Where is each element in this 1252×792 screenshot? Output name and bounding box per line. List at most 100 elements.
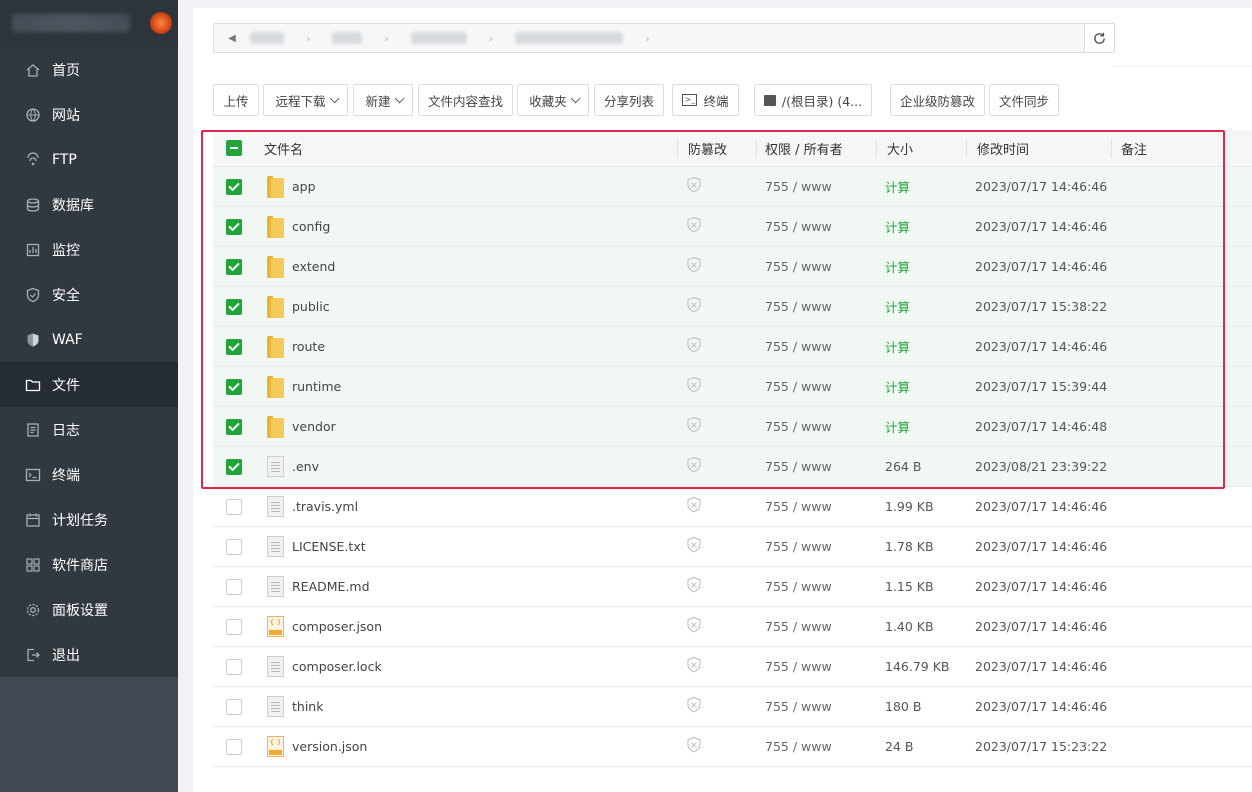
file-name[interactable]: config bbox=[292, 219, 330, 234]
favorites-button[interactable]: 收藏夹 bbox=[517, 84, 589, 116]
row-checkbox[interactable] bbox=[226, 738, 242, 755]
permission-owner[interactable]: 755 / www bbox=[765, 579, 832, 594]
permission-owner[interactable]: 755 / www bbox=[765, 219, 832, 234]
file-name-cell[interactable]: think bbox=[267, 696, 323, 717]
new-button[interactable]: 新建 bbox=[353, 84, 413, 116]
tamper-protect-icon[interactable] bbox=[685, 176, 703, 197]
sidebar-item-waf-shield[interactable]: WAF bbox=[0, 317, 178, 362]
tamper-protect-icon[interactable] bbox=[685, 256, 703, 277]
header-name[interactable]: 文件名 bbox=[264, 139, 303, 158]
permission-owner[interactable]: 755 / www bbox=[765, 739, 832, 754]
file-name[interactable]: public bbox=[292, 299, 330, 314]
sidebar-item-ftp[interactable]: FTP bbox=[0, 137, 178, 182]
row-checkbox[interactable] bbox=[226, 178, 242, 195]
refresh-button[interactable] bbox=[1084, 23, 1115, 53]
permission-owner[interactable]: 755 / www bbox=[765, 419, 832, 434]
avatar[interactable] bbox=[150, 12, 172, 34]
sidebar-item-globe[interactable]: 网站 bbox=[0, 92, 178, 137]
file-name-cell[interactable]: runtime bbox=[267, 375, 341, 398]
file-name-cell[interactable]: composer.lock bbox=[267, 656, 382, 677]
back-arrow-icon[interactable]: ◀ bbox=[214, 24, 250, 52]
tamper-protect-icon[interactable] bbox=[685, 576, 703, 597]
permission-owner[interactable]: 755 / www bbox=[765, 379, 832, 394]
file-name[interactable]: route bbox=[292, 339, 325, 354]
file-name-cell[interactable]: route bbox=[267, 335, 325, 358]
table-row[interactable]: extend 755 / www 计算 2023/07/17 14:46:46 bbox=[213, 247, 1252, 287]
sidebar-item-monitor[interactable]: 监控 bbox=[0, 227, 178, 272]
sidebar-item-terminal[interactable]: 终端 bbox=[0, 452, 178, 497]
calculate-size-link[interactable]: 计算 bbox=[885, 337, 910, 356]
calculate-size-link[interactable]: 计算 bbox=[885, 217, 910, 236]
tamper-protect-icon[interactable] bbox=[685, 416, 703, 437]
file-name[interactable]: .travis.yml bbox=[292, 499, 358, 514]
file-name[interactable]: README.md bbox=[292, 579, 370, 594]
table-row[interactable]: .travis.yml 755 / www 1.99 KB 2023/07/17 14… bbox=[213, 487, 1252, 527]
file-name-cell[interactable]: .travis.yml bbox=[267, 496, 358, 517]
breadcrumb-item-blurred[interactable] bbox=[410, 32, 467, 44]
table-row[interactable]: runtime 755 / www 计算 2023/07/17 15:39:44 bbox=[213, 367, 1252, 407]
tamper-protect-icon[interactable] bbox=[685, 616, 703, 637]
calculate-size-link[interactable]: 计算 bbox=[885, 417, 910, 436]
row-checkbox[interactable] bbox=[226, 618, 242, 635]
sidebar-item-shield[interactable]: 安全 bbox=[0, 272, 178, 317]
permission-owner[interactable]: 755 / www bbox=[765, 499, 832, 514]
row-checkbox[interactable] bbox=[226, 698, 242, 715]
file-name-cell[interactable]: extend bbox=[267, 255, 335, 278]
sidebar-item-calendar[interactable]: 计划任务 bbox=[0, 497, 178, 542]
table-row[interactable]: think 755 / www 180 B 2023/07/17 14:46:46 bbox=[213, 687, 1252, 727]
file-name[interactable]: extend bbox=[292, 259, 335, 274]
row-checkbox[interactable] bbox=[226, 458, 242, 475]
breadcrumb-item-blurred[interactable] bbox=[332, 32, 363, 44]
calculate-size-link[interactable]: 计算 bbox=[885, 297, 910, 316]
share-list-button[interactable]: 分享列表 bbox=[594, 84, 664, 116]
file-name[interactable]: composer.json bbox=[292, 619, 382, 634]
tamper-protect-icon[interactable] bbox=[685, 376, 703, 397]
sidebar-item-log[interactable]: 日志 bbox=[0, 407, 178, 452]
table-row[interactable]: app 755 / www 计算 2023/07/17 14:46:46 bbox=[213, 167, 1252, 207]
calculate-size-link[interactable]: 计算 bbox=[885, 177, 910, 196]
remote-download-button[interactable]: 远程下载 bbox=[263, 84, 348, 116]
table-row[interactable]: { } composer.json 755 / www 1.40 KB 2023/07/… bbox=[213, 607, 1252, 647]
file-sync-button[interactable]: 文件同步 bbox=[989, 84, 1059, 116]
row-checkbox[interactable] bbox=[226, 258, 242, 275]
permission-owner[interactable]: 755 / www bbox=[765, 179, 832, 194]
row-checkbox[interactable] bbox=[226, 578, 242, 595]
tamper-protect-icon[interactable] bbox=[685, 696, 703, 717]
table-row[interactable]: route 755 / www 计算 2023/07/17 14:46:46 bbox=[213, 327, 1252, 367]
table-row[interactable]: .env 755 / www 264 B 2023/08/21 23:39:22 bbox=[213, 447, 1252, 487]
permission-owner[interactable]: 755 / www bbox=[765, 259, 832, 274]
sidebar-item-home[interactable]: 首页 bbox=[0, 47, 178, 92]
file-name-cell[interactable]: { } composer.json bbox=[267, 616, 382, 637]
permission-owner[interactable]: 755 / www bbox=[765, 659, 832, 674]
file-name-cell[interactable]: config bbox=[267, 215, 330, 238]
file-name-cell[interactable]: { } version.json bbox=[267, 736, 367, 757]
tamper-protect-icon[interactable] bbox=[685, 296, 703, 317]
file-name[interactable]: version.json bbox=[292, 739, 367, 754]
tamper-protect-icon[interactable] bbox=[685, 336, 703, 357]
file-name[interactable]: LICENSE.txt bbox=[292, 539, 366, 554]
breadcrumb-item-blurred[interactable] bbox=[515, 32, 624, 44]
row-checkbox[interactable] bbox=[226, 218, 242, 235]
row-checkbox[interactable] bbox=[226, 418, 242, 435]
enterprise-tamper-button[interactable]: 企业级防篡改 bbox=[890, 84, 985, 116]
sidebar-item-database[interactable]: 数据库 bbox=[0, 182, 178, 227]
calculate-size-link[interactable]: 计算 bbox=[885, 377, 910, 396]
table-row[interactable]: vendor 755 / www 计算 2023/07/17 14:46:48 bbox=[213, 407, 1252, 447]
tamper-protect-icon[interactable] bbox=[685, 456, 703, 477]
sidebar-item-logout[interactable]: 退出 bbox=[0, 632, 178, 677]
file-name-cell[interactable]: vendor bbox=[267, 415, 336, 438]
tamper-protect-icon[interactable] bbox=[685, 736, 703, 757]
disk-button[interactable]: /(根目录) (4... bbox=[754, 84, 872, 116]
permission-owner[interactable]: 755 / www bbox=[765, 619, 832, 634]
row-checkbox[interactable] bbox=[226, 538, 242, 555]
permission-owner[interactable]: 755 / www bbox=[765, 539, 832, 554]
file-name-cell[interactable]: README.md bbox=[267, 576, 370, 597]
row-checkbox[interactable] bbox=[226, 658, 242, 675]
file-name[interactable]: app bbox=[292, 179, 316, 194]
table-row[interactable]: README.md 755 / www 1.15 KB 2023/07/17 14:4… bbox=[213, 567, 1252, 607]
row-checkbox[interactable] bbox=[226, 338, 242, 355]
path-bar[interactable]: ◀ › › › › bbox=[213, 23, 1115, 53]
terminal-button[interactable]: >_ 终端 bbox=[672, 84, 739, 116]
permission-owner[interactable]: 755 / www bbox=[765, 699, 832, 714]
row-checkbox[interactable] bbox=[226, 498, 242, 515]
